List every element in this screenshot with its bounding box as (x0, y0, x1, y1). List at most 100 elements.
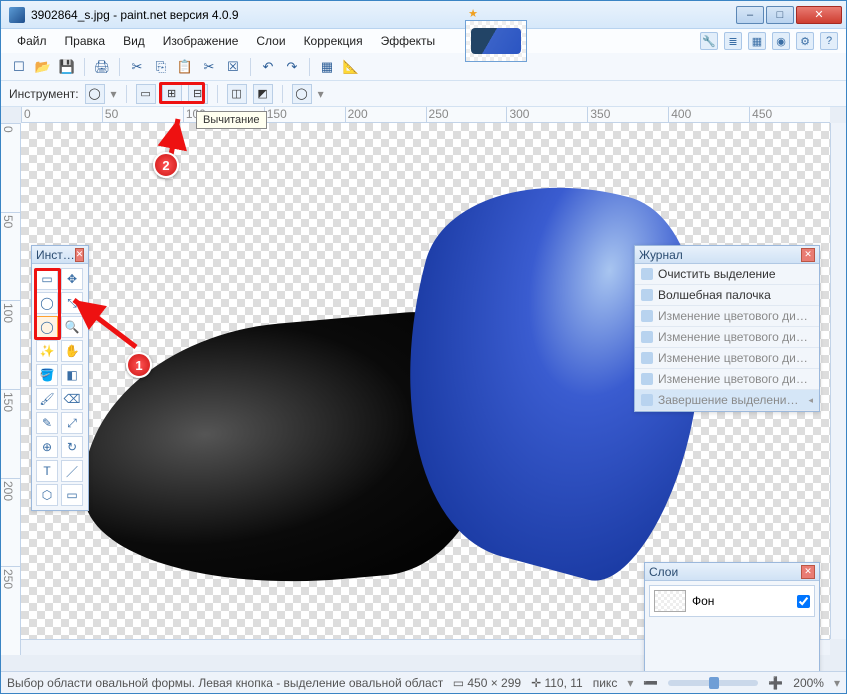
new-icon[interactable]: ☐ (9, 57, 29, 77)
tools-panel[interactable]: Инст…✕ ▭ ✥ ◯ ⤡ ◯ 🔍 ✨ ✋ 🪣 ◧ 🖌 ⌫ ✎ ⤢ ⊕ ↻ T… (31, 245, 89, 511)
maximize-button[interactable]: □ (766, 6, 794, 24)
layer-item[interactable]: Фон (649, 585, 815, 617)
history-item[interactable]: Волшебная палочка (635, 285, 819, 306)
titlebar[interactable]: 3902864_s.jpg - paint.net версия 4.0.9 –… (1, 1, 846, 29)
statusbar: Выбор области овальной формы. Левая кноп… (1, 671, 846, 693)
layer-visible-checkbox[interactable] (797, 595, 810, 608)
history-window-icon[interactable]: ≣ (724, 32, 742, 50)
tool-clone-icon[interactable]: ⊕ (36, 436, 58, 458)
tool-lasso-icon[interactable]: ◯ (36, 292, 58, 314)
tool-text-icon[interactable]: T (36, 460, 58, 482)
zoom-out-icon[interactable]: ➖ (643, 676, 658, 690)
history-item[interactable]: Очистить выделение (635, 264, 819, 285)
history-panel[interactable]: Журнал ✕ Очистить выделениеВолшебная пало… (634, 245, 820, 412)
tool-eraser-icon[interactable]: ⌫ (61, 388, 83, 410)
tool-shapes-icon[interactable]: ⬡ (36, 484, 58, 506)
menu-layers[interactable]: Слои (248, 31, 293, 51)
tool-line-icon[interactable]: ／ (61, 460, 83, 482)
help-icon[interactable]: ? (820, 32, 838, 50)
history-step-icon (641, 289, 653, 301)
close-button[interactable]: ✕ (796, 6, 842, 24)
tool-rectangle-icon[interactable]: ▭ (61, 484, 83, 506)
history-item[interactable]: Изменение цветового диапазона (635, 306, 819, 327)
tool-paint-bucket-icon[interactable]: 🪣 (36, 364, 58, 386)
document-thumb[interactable] (465, 20, 527, 62)
history-list[interactable]: Очистить выделениеВолшебная палочка Измен… (635, 264, 819, 411)
tool-brush-icon[interactable]: 🖌 (36, 388, 58, 410)
history-item[interactable]: Завершение выделения палочкой◂ (635, 390, 819, 411)
history-item[interactable]: Изменение цветового диапазона (635, 369, 819, 390)
save-icon[interactable]: 💾 (57, 57, 77, 77)
selection-subtract-icon[interactable]: ⊟ (188, 84, 208, 104)
selection-add-icon[interactable]: ⊞ (162, 84, 182, 104)
tool-ellipse-select-icon[interactable]: ◯ (36, 316, 58, 338)
layers-panel-close-icon[interactable]: ✕ (801, 565, 815, 579)
tool-recolor-icon[interactable]: ↻ (61, 436, 83, 458)
history-item-label: Изменение цветового диапазона (658, 330, 813, 344)
history-step-icon (641, 373, 653, 385)
minimize-button[interactable]: – (736, 6, 764, 24)
layers-window-icon[interactable]: ▦ (748, 32, 766, 50)
tool-rect-select-icon[interactable]: ▭ (36, 268, 58, 290)
crop-icon[interactable]: ✂ (199, 57, 219, 77)
menu-effects[interactable]: Эффекты (373, 31, 444, 51)
menu-edit[interactable]: Правка (57, 31, 114, 51)
copy-icon[interactable]: ⎘ (151, 57, 171, 77)
selection-intersect-icon[interactable]: ◫ (227, 84, 247, 104)
history-panel-close-icon[interactable]: ✕ (801, 248, 815, 262)
tool-move-icon[interactable]: ✥ (61, 268, 83, 290)
tool-pencil-icon[interactable]: ✎ (36, 412, 58, 434)
tool-options-bar: Инструмент: ◯ ▾ ▭ ⊞ ⊟ ◫ ◩ ◯ ▾ Вычитание (1, 81, 846, 107)
open-icon[interactable]: 📂 (33, 57, 53, 77)
status-unit[interactable]: пикс (593, 676, 618, 690)
tool-pan-icon[interactable]: ✋ (61, 340, 83, 362)
scrollbar-vertical[interactable] (830, 123, 846, 639)
tool-window-icon[interactable]: 🔧 (700, 32, 718, 50)
redo-icon[interactable]: ↷ (282, 57, 302, 77)
grid-icon[interactable]: ▦ (317, 57, 337, 77)
menu-adjustments[interactable]: Коррекция (296, 31, 371, 51)
layer-name: Фон (692, 594, 714, 608)
undo-icon[interactable]: ↶ (258, 57, 278, 77)
app-icon (9, 7, 25, 23)
tool-zoom-icon[interactable]: 🔍 (61, 316, 83, 338)
settings-icon[interactable]: ⚙ (796, 32, 814, 50)
print-icon[interactable]: 🖨 (92, 57, 112, 77)
tool-magic-wand-icon[interactable]: ✨ (36, 340, 58, 362)
tools-panel-close-icon[interactable]: ✕ (75, 248, 85, 262)
menubar: Файл Правка Вид Изображение Слои Коррекц… (1, 29, 846, 53)
zoom-slider[interactable] (668, 680, 758, 686)
deselect-icon[interactable]: ☒ (223, 57, 243, 77)
status-zoom[interactable]: 200% (793, 676, 824, 690)
tool-label: Инструмент: (9, 87, 79, 101)
chevron-left-icon: ◂ (808, 395, 813, 406)
history-step-icon (641, 394, 653, 406)
history-item-label: Изменение цветового диапазона (658, 351, 813, 365)
status-pos: ✛ 110, 11 (531, 676, 583, 690)
tool-move-selection-icon[interactable]: ⤡ (61, 292, 83, 314)
window-title: 3902864_s.jpg - paint.net версия 4.0.9 (31, 8, 736, 22)
history-panel-title: Журнал (639, 248, 683, 262)
paste-icon[interactable]: 📋 (175, 57, 195, 77)
cut-icon[interactable]: ✂ (127, 57, 147, 77)
menu-view[interactable]: Вид (115, 31, 153, 51)
tool-color-picker-icon[interactable]: ⤢ (61, 412, 83, 434)
selection-xor-icon[interactable]: ◩ (253, 84, 273, 104)
tool-gradient-icon[interactable]: ◧ (61, 364, 83, 386)
menu-image[interactable]: Изображение (155, 31, 247, 51)
colors-window-icon[interactable]: ◉ (772, 32, 790, 50)
ruler-icon[interactable]: 📐 (341, 57, 361, 77)
zoom-in-icon[interactable]: ➕ (768, 676, 783, 690)
selection-shape-icon[interactable]: ◯ (292, 84, 312, 104)
menu-file[interactable]: Файл (9, 31, 55, 51)
layers-panel[interactable]: Слои✕ Фон + ✕ ⎘ ⇓ ▲ ▼ ⚙ (644, 562, 820, 671)
selection-replace-icon[interactable]: ▭ (136, 84, 156, 104)
history-item-label: Изменение цветового диапазона (658, 309, 813, 323)
history-item[interactable]: Изменение цветового диапазона (635, 327, 819, 348)
ruler-horizontal: 050100150200250300350400450 (21, 107, 830, 123)
layer-thumb-icon (654, 590, 686, 612)
history-step-icon (641, 331, 653, 343)
history-step-icon (641, 268, 653, 280)
history-item[interactable]: Изменение цветового диапазона (635, 348, 819, 369)
tool-ellipse-select-icon[interactable]: ◯ (85, 84, 105, 104)
